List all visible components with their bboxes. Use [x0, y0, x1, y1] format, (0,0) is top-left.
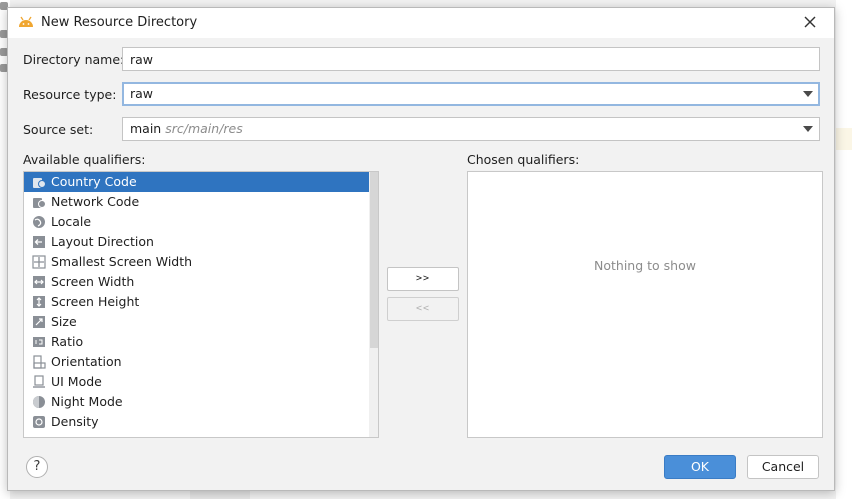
title-bar[interactable]: New Resource Directory — [8, 8, 834, 38]
smallest-width-icon — [32, 255, 46, 269]
list-item-orientation[interactable]: Orientation — [24, 352, 378, 372]
help-button[interactable]: ? — [26, 456, 48, 478]
list-item-country-code[interactable]: Country Code — [24, 172, 378, 192]
ratio-icon — [33, 337, 45, 347]
source-set-label: Source set: — [23, 122, 94, 137]
list-item-smallest-screen-width[interactable]: Smallest Screen Width — [24, 252, 378, 272]
density-icon — [33, 416, 45, 428]
source-set-path: src/main/res — [165, 121, 243, 136]
size-icon — [33, 316, 45, 328]
add-qualifier-button[interactable]: >> — [387, 267, 459, 291]
layout-direction-icon — [33, 236, 45, 248]
list-item-ratio[interactable]: Ratio — [24, 332, 378, 352]
ide-bottom-strip — [190, 490, 250, 499]
available-qualifiers-label: Available qualifiers: — [23, 152, 146, 167]
list-item-screen-width[interactable]: Screen Width — [24, 272, 378, 292]
list-scrollbar[interactable] — [369, 172, 378, 437]
new-resource-directory-dialog: New Resource Directory Directory name: R… — [7, 7, 835, 491]
available-qualifiers-list[interactable]: Country Code Network Code Locale Layout … — [23, 171, 379, 438]
list-item-size[interactable]: Size — [24, 312, 378, 332]
ok-button[interactable]: OK — [664, 455, 736, 479]
chevron-down-icon[interactable] — [803, 91, 813, 97]
dialog-title: New Resource Directory — [41, 15, 198, 30]
list-item-locale[interactable]: Locale — [24, 212, 378, 232]
source-set-value: main — [130, 121, 162, 136]
list-item-screen-height[interactable]: Screen Height — [24, 292, 378, 312]
empty-state-text: Nothing to show — [594, 258, 696, 273]
chevron-down-icon[interactable] — [803, 126, 813, 132]
country-code-icon — [33, 178, 46, 188]
night-mode-icon — [33, 396, 45, 408]
android-icon — [19, 16, 33, 27]
close-icon[interactable] — [802, 14, 818, 30]
ide-editor-strip — [836, 0, 852, 499]
chosen-qualifiers-list[interactable]: Nothing to show — [467, 171, 823, 438]
resource-type-value: raw — [130, 86, 154, 101]
list-item-density[interactable]: Density — [24, 412, 378, 432]
screen-height-icon — [33, 296, 45, 308]
list-item-network-code[interactable]: Network Code — [24, 192, 378, 212]
screen-width-icon — [33, 276, 45, 288]
list-item-night-mode[interactable]: Night Mode — [24, 392, 378, 412]
directory-name-label: Directory name: — [23, 52, 125, 67]
globe-icon — [33, 216, 45, 228]
list-item-layout-direction[interactable]: Layout Direction — [24, 232, 378, 252]
list-item-ui-mode[interactable]: UI Mode — [24, 372, 378, 392]
resource-type-label: Resource type: — [23, 87, 117, 102]
chosen-qualifiers-label: Chosen qualifiers: — [467, 152, 580, 167]
cancel-button[interactable]: Cancel — [747, 455, 819, 479]
orientation-icon — [33, 355, 46, 369]
remove-qualifier-button[interactable]: << — [387, 297, 459, 321]
network-code-icon — [33, 198, 46, 208]
ui-mode-icon — [33, 375, 45, 388]
editor-highlight — [836, 128, 852, 150]
directory-name-input[interactable] — [122, 47, 820, 71]
source-set-combo[interactable]: main src/main/res — [122, 117, 820, 141]
scroll-thumb[interactable] — [370, 172, 378, 348]
resource-type-combo[interactable]: raw — [122, 82, 820, 106]
